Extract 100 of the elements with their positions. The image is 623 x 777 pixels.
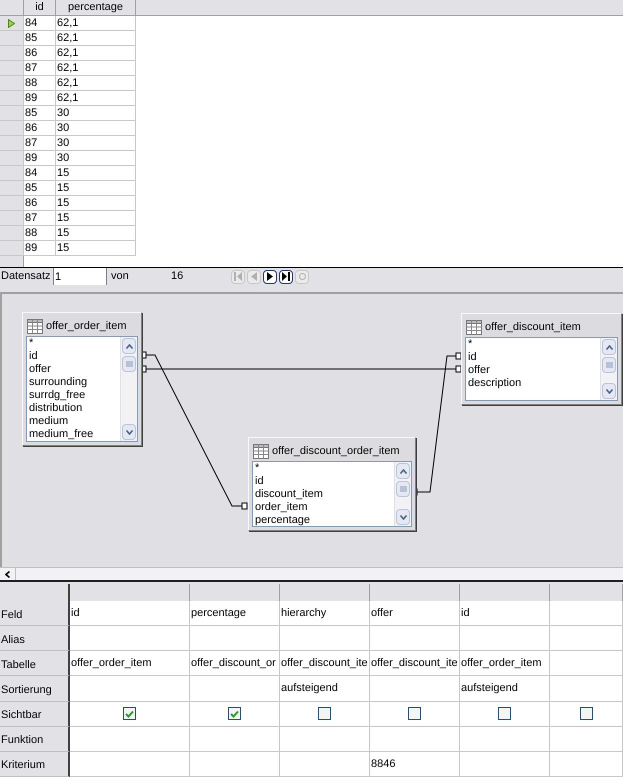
field-item[interactable]: offer (468, 364, 600, 377)
scrollbar[interactable] (394, 462, 411, 526)
grid-cell[interactable] (550, 726, 623, 752)
scroll-down-button[interactable] (396, 509, 410, 525)
grid-cell[interactable]: offer_discount_ite (370, 651, 460, 676)
grid-cell[interactable] (550, 651, 623, 676)
grid-cell[interactable] (550, 626, 623, 652)
grid-cell[interactable] (460, 726, 550, 752)
field-item[interactable]: order_item (255, 501, 394, 514)
visible-checkbox[interactable] (318, 707, 331, 720)
field-item[interactable]: * (255, 462, 394, 475)
grid-cell[interactable] (550, 676, 623, 702)
grid-cell[interactable] (370, 726, 460, 752)
grid-cell[interactable]: 8846 (370, 752, 460, 777)
splitter-bar[interactable] (0, 580, 623, 584)
field-item[interactable]: id (468, 351, 600, 364)
visible-checkbox[interactable] (228, 707, 241, 720)
grid-cell[interactable] (190, 626, 280, 652)
navigation-button[interactable] (263, 270, 277, 284)
grid-cell[interactable] (190, 676, 280, 702)
table-window[interactable]: offer_discount_order_item * id discount_item order_item percentage (248, 437, 416, 531)
grid-cell[interactable] (70, 752, 190, 777)
grid-cell[interactable]: percentage (190, 601, 280, 626)
field-list[interactable]: * id offer description (465, 337, 618, 401)
field-item[interactable]: id (29, 350, 120, 363)
grid-cell[interactable]: offer (370, 601, 460, 626)
grid-cell[interactable]: id (460, 601, 550, 626)
field-item[interactable]: description (468, 377, 600, 390)
scroll-thumb[interactable] (602, 357, 616, 373)
visible-checkbox[interactable] (498, 707, 511, 720)
grid-cell[interactable] (460, 626, 550, 652)
field-item[interactable]: medium_free (29, 428, 120, 441)
table-cell: 30 (56, 121, 136, 136)
grid-cell[interactable] (550, 752, 623, 777)
grid-cell[interactable]: offer_order_item (460, 651, 550, 676)
column-header[interactable]: id (24, 0, 56, 15)
grid-cell[interactable] (460, 752, 550, 777)
grid-cell[interactable] (70, 726, 190, 752)
grid-cell[interactable]: offer_discount_or (190, 651, 280, 676)
table-window[interactable]: offer_discount_item * id offer description (461, 313, 622, 405)
column-header[interactable] (280, 584, 370, 601)
field-item[interactable]: id (255, 475, 394, 488)
column-header[interactable] (460, 584, 550, 601)
row-header[interactable] (0, 16, 24, 31)
row-label: Funktion (0, 726, 70, 752)
grid-cell[interactable] (280, 726, 370, 752)
field-item[interactable]: * (468, 338, 600, 351)
table-cell: 62,1 (56, 61, 136, 76)
grid-cell[interactable] (190, 752, 280, 777)
grid-cell[interactable] (370, 626, 460, 652)
grid-cell[interactable] (70, 626, 190, 652)
grid-cell[interactable] (370, 676, 460, 702)
horizontal-scrollbar[interactable] (0, 567, 623, 580)
visible-checkbox[interactable] (408, 707, 421, 720)
scrollbar[interactable] (120, 337, 137, 441)
scroll-thumb[interactable] (396, 481, 410, 497)
visible-checkbox[interactable] (123, 707, 136, 720)
scroll-up-button[interactable] (602, 339, 616, 355)
field-list[interactable]: * id offer surrounding surrdg_free distribution medium medium_free (26, 336, 138, 442)
grid-cell[interactable]: offer_order_item (70, 651, 190, 676)
grid-cell[interactable] (280, 626, 370, 652)
scroll-down-button[interactable] (122, 424, 136, 440)
field-item[interactable]: percentage (255, 514, 394, 526)
field-item[interactable]: surrounding (29, 376, 120, 389)
field-item[interactable]: offer (29, 363, 120, 376)
grid-cell[interactable]: hierarchy (280, 601, 370, 626)
grid-cell[interactable]: aufsteigend (280, 676, 370, 702)
scrollbar[interactable] (600, 338, 617, 400)
visible-checkbox[interactable] (580, 707, 592, 720)
column-header[interactable] (190, 584, 280, 601)
field-item[interactable]: medium (29, 415, 120, 428)
field-list[interactable]: * id discount_item order_item percentage (252, 461, 412, 527)
column-header[interactable] (550, 584, 623, 601)
field-item[interactable]: discount_item (255, 488, 394, 501)
grid-cell[interactable]: aufsteigend (460, 676, 550, 702)
navigation-button[interactable] (279, 270, 293, 284)
table-window[interactable]: offer_order_item * id offer surrounding surrdg_free distribution medium medium_free (22, 312, 142, 446)
field-item[interactable]: distribution (29, 402, 120, 415)
grid-cell[interactable]: offer_discount_ite (280, 651, 370, 676)
scroll-up-button[interactable] (122, 338, 136, 354)
field-item[interactable]: * (29, 337, 120, 350)
record-number-field[interactable]: 1 (54, 268, 107, 285)
table-cell: 15 (56, 196, 136, 211)
column-header[interactable] (370, 584, 460, 601)
column-header[interactable] (70, 584, 190, 601)
scroll-up-button[interactable] (396, 463, 410, 479)
table-cell: 89 (24, 241, 56, 256)
grid-cell[interactable] (550, 601, 623, 626)
scroll-thumb[interactable] (122, 356, 136, 372)
grid-cell[interactable]: id (70, 601, 190, 626)
scroll-down-button[interactable] (602, 383, 616, 399)
grid-cell[interactable] (280, 752, 370, 777)
field-item[interactable]: surrdg_free (29, 389, 120, 402)
column-header[interactable]: percentage (56, 0, 136, 15)
caret-up-icon (606, 344, 612, 350)
caret-left-icon (5, 570, 10, 578)
row-label: Sortierung (0, 676, 70, 702)
grid-cell[interactable] (190, 726, 280, 752)
grid-cell[interactable] (70, 676, 190, 702)
row-label: Kriterium (0, 752, 70, 777)
